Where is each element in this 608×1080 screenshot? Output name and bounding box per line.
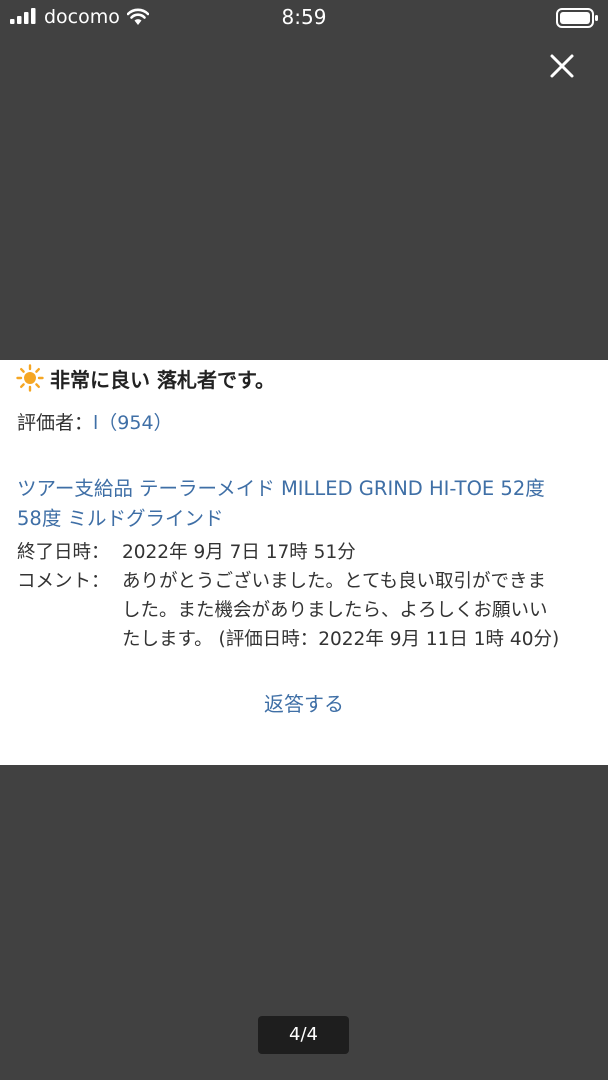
end-date-value: 2022年 9月 7日 17時 51分	[122, 542, 356, 563]
evaluator-row: 評価者：l（954）	[17, 410, 173, 436]
status-time: 8:59	[281, 5, 327, 29]
comment-text: ありがとうございました。とても良い取引ができま	[122, 571, 547, 592]
status-bar: docomo 8:59	[0, 0, 608, 36]
close-icon	[550, 54, 574, 78]
comment-text: した。また機会がありましたら、よろしくお願いい	[122, 600, 548, 621]
feedback-panel: 非常に良い 落札者です。 評価者：l（954） ツアー支給品 テーラーメイド M…	[0, 360, 608, 765]
reply-button[interactable]: 返答する	[0, 689, 608, 719]
comment-row: コメント： ありがとうございました。とても良い取引ができま	[17, 567, 546, 596]
sun-icon	[16, 364, 44, 392]
page-indicator: 4/4	[258, 1016, 349, 1054]
item-title-line: 58度 ミルドグラインド	[17, 507, 224, 530]
end-date-row: 終了日時： 2022年 9月 7日 17時 51分	[17, 538, 356, 567]
rating-row: 非常に良い 落札者です。	[16, 362, 275, 394]
item-title-link[interactable]: ツアー支給品 テーラーメイド MILLED GRIND HI-TOE 52度 5…	[17, 474, 608, 534]
comment-label: コメント：	[17, 571, 110, 592]
battery-icon	[556, 8, 598, 28]
rating-label: 非常に良い 落札者です。	[50, 367, 275, 392]
comment-text: たします。 (評価日時：2022年 9月 11日 1時 40分)	[122, 629, 560, 650]
close-button[interactable]	[542, 46, 582, 86]
evaluator-score[interactable]: （954）	[98, 412, 172, 434]
item-title-line: ツアー支給品 テーラーメイド MILLED GRIND HI-TOE 52度	[17, 477, 545, 500]
end-date-label: 終了日時：	[17, 542, 110, 563]
evaluator-label: 評価者：	[17, 412, 94, 434]
